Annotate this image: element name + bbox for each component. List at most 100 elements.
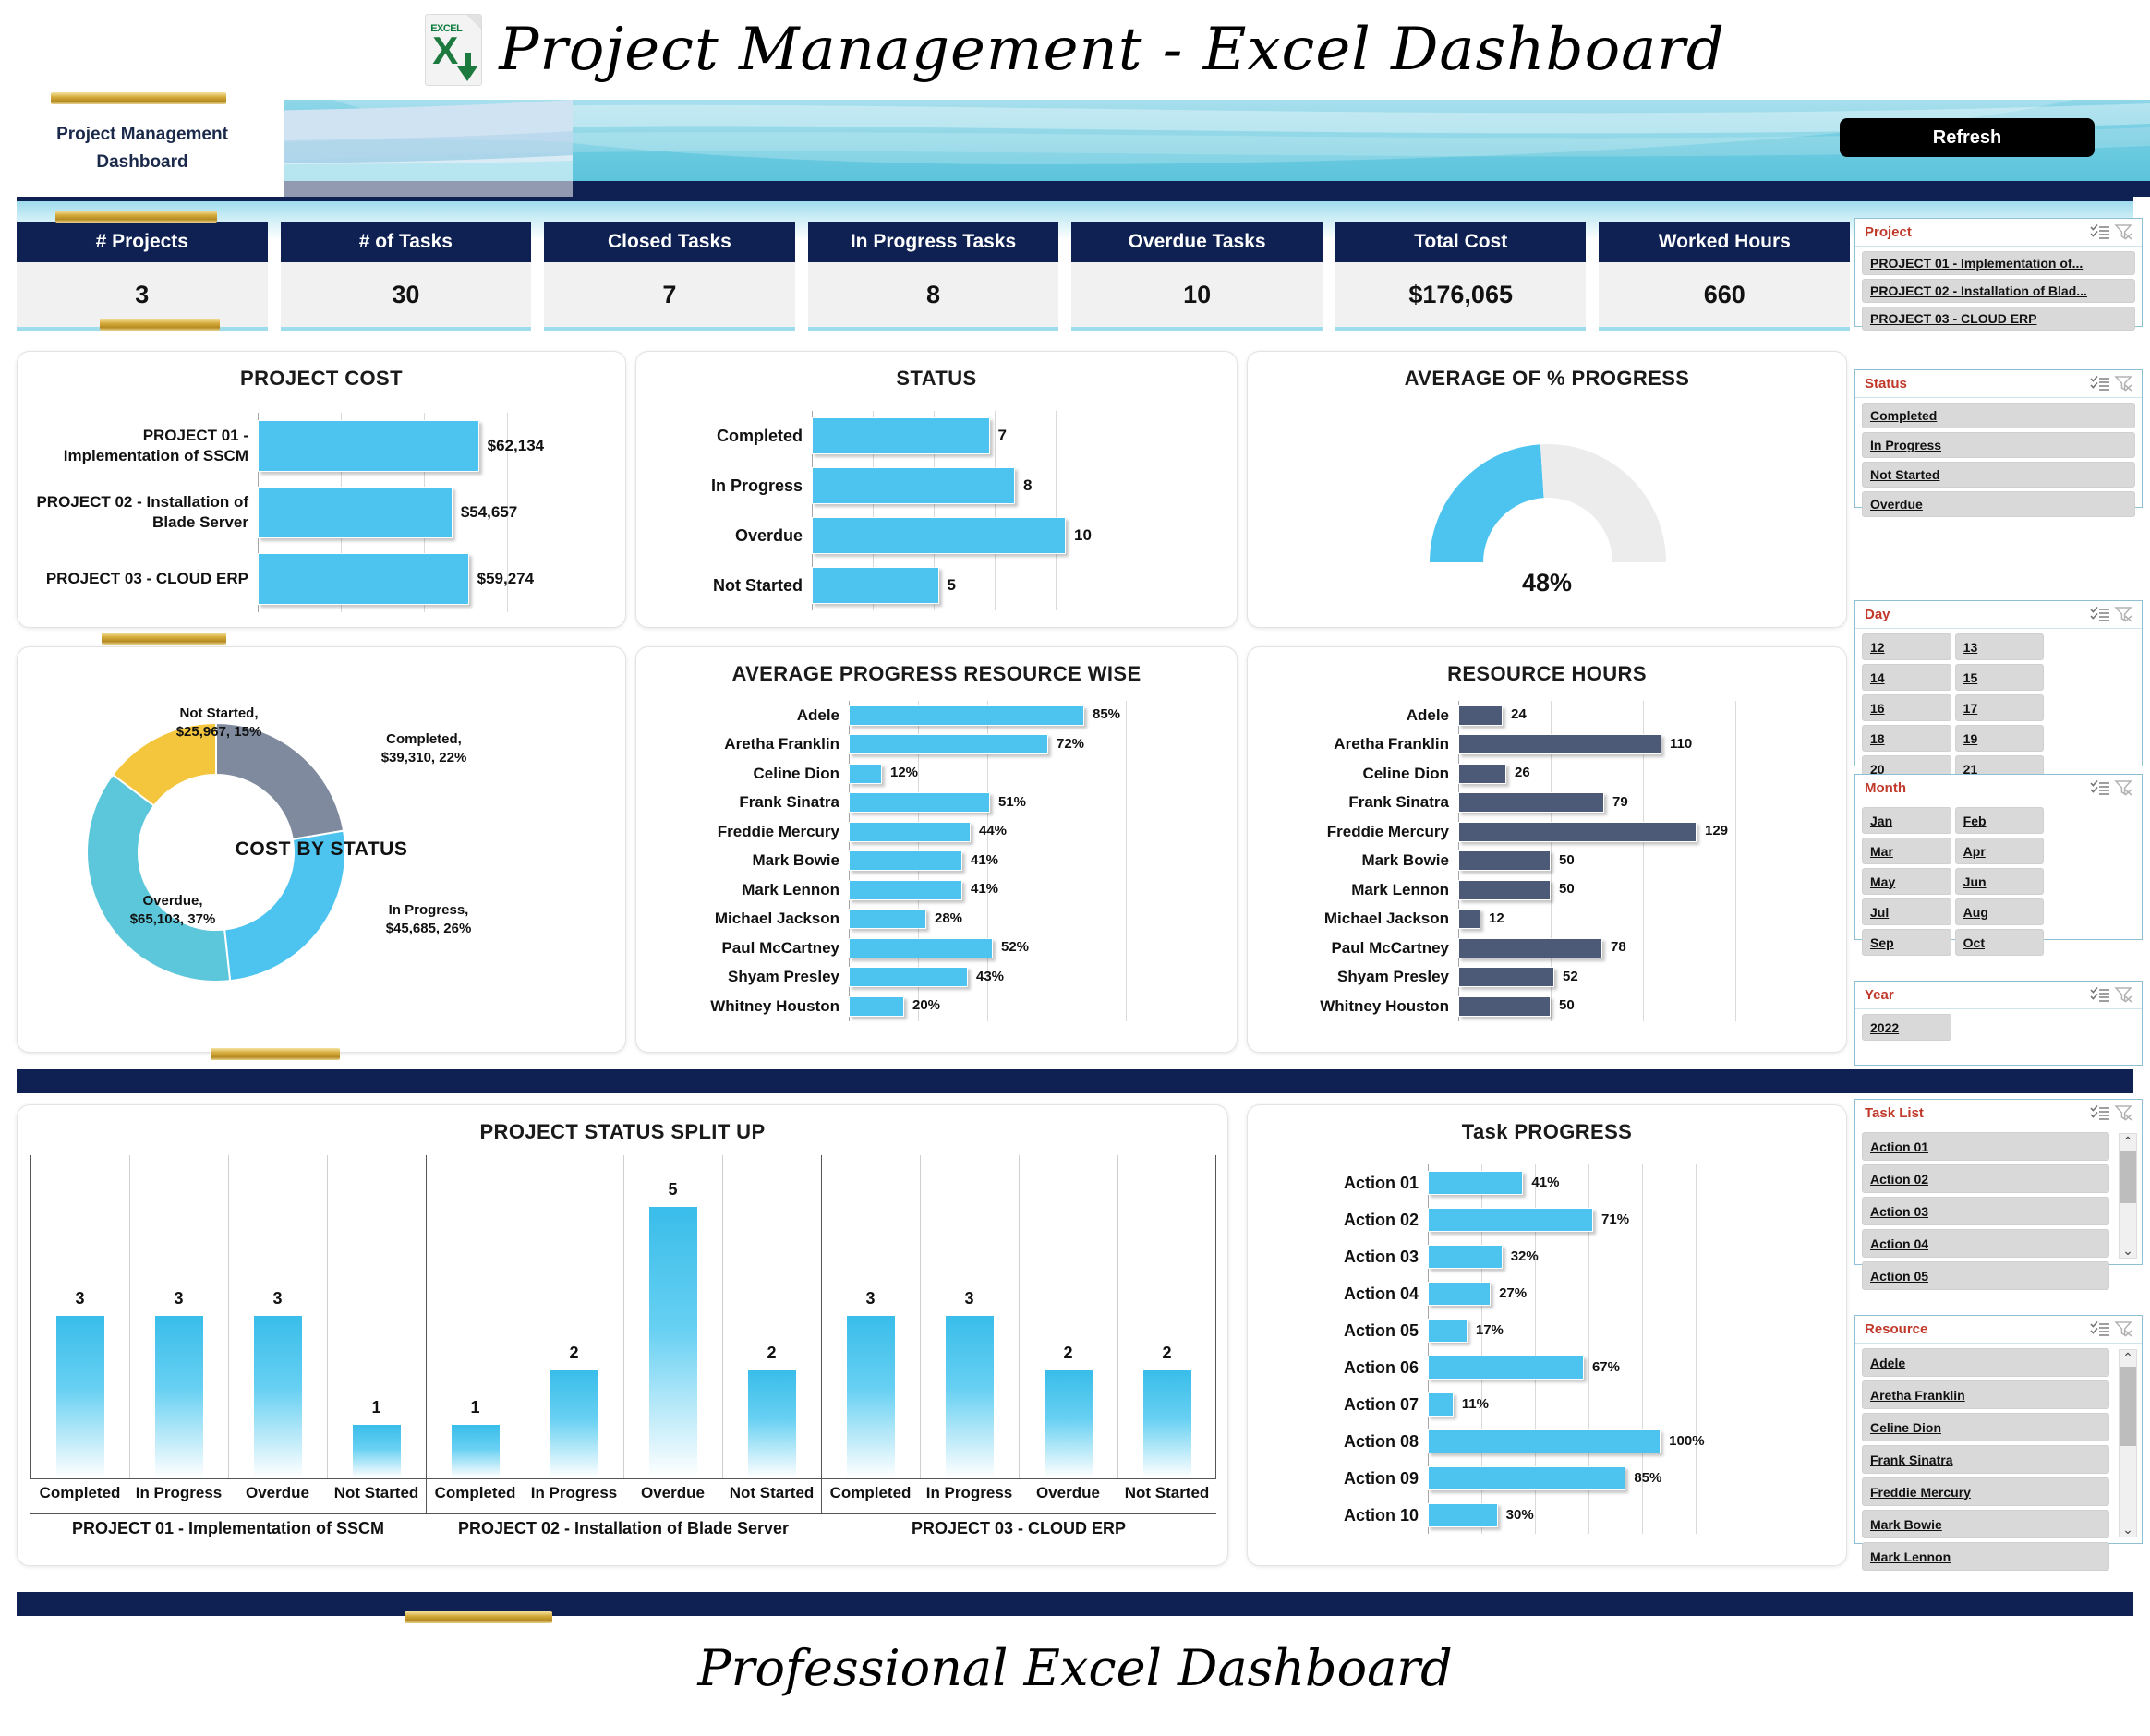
chart-bar-row: Aretha Franklin 110	[1257, 730, 1831, 760]
kpi-label: Overdue Tasks	[1071, 222, 1323, 262]
clear-filter-icon[interactable]	[2114, 779, 2134, 798]
slicer-item[interactable]: Action 04	[1862, 1229, 2109, 1258]
scroll-up-icon[interactable]: ⌃	[2121, 1134, 2134, 1149]
banner: Project Management Dashboard Refresh	[0, 100, 2150, 197]
slicer-item[interactable]: Adele	[1862, 1348, 2109, 1377]
slicer-item[interactable]: Jan	[1862, 807, 1951, 834]
slicer-item[interactable]: Apr	[1954, 838, 2045, 864]
scroll-up-icon[interactable]: ⌃	[2121, 1350, 2134, 1365]
scroll-down-icon[interactable]: ⌄	[2121, 1243, 2134, 1258]
chart-bar	[1428, 1208, 1594, 1232]
chart-category-label: Frank Sinatra	[1348, 793, 1449, 812]
slicer-item[interactable]: Oct	[1954, 929, 2045, 956]
chart-value-label: 32%	[1510, 1248, 1539, 1264]
slicer-item[interactable]: Mar	[1862, 838, 1951, 864]
multi-select-icon[interactable]	[2090, 1320, 2110, 1339]
clear-filter-icon[interactable]	[2114, 375, 2134, 393]
slicer-item[interactable]: Frank Sinatra	[1862, 1445, 2109, 1474]
chart-value-label: 50	[1559, 851, 1575, 868]
slicer-item[interactable]: PROJECT 03 - CLOUD ERP	[1862, 307, 2135, 331]
chart-category-label: Not Started	[333, 1484, 419, 1501]
slicer-scrollbar[interactable]: ⌃ ⌄	[2119, 1349, 2137, 1537]
chart-bar-row: Frank Sinatra 79	[1257, 789, 1831, 818]
slicer-item[interactable]: Action 02	[1862, 1164, 2109, 1193]
scrollbar-thumb[interactable]	[2120, 1367, 2136, 1446]
chart-category-label: Mark Lennon	[1351, 880, 1449, 898]
slicer-item[interactable]: Action 01	[1862, 1132, 2109, 1161]
slicer-item[interactable]: 17	[1954, 694, 2045, 721]
slicer-item[interactable]: Mark Bowie	[1862, 1510, 2109, 1538]
slicer-item[interactable]: Aug	[1954, 898, 2045, 925]
slicer-item[interactable]: 14	[1862, 664, 1951, 691]
multi-select-icon[interactable]	[2090, 986, 2110, 1005]
slicer-item[interactable]: Freddie Mercury	[1862, 1477, 2109, 1506]
kpi-value: $176,065	[1335, 262, 1587, 331]
slicer-item[interactable]: 2022	[1862, 1014, 1951, 1041]
multi-select-icon[interactable]	[2090, 606, 2110, 624]
chart-value-label: 71%	[1601, 1211, 1630, 1227]
clear-filter-icon[interactable]	[2114, 1320, 2134, 1339]
slicer-item[interactable]: Celine Dion	[1862, 1413, 2109, 1441]
clear-filter-icon[interactable]	[2114, 1104, 2134, 1123]
slicer-scrollbar[interactable]: ⌃ ⌄	[2119, 1133, 2137, 1259]
chart-bar-row: Action 10 30%	[1257, 1497, 1831, 1534]
chart-category-label: Not Started	[1124, 1484, 1210, 1501]
chart-bar-row: PROJECT 01 - Implementation of SSCM $62,1…	[27, 413, 610, 479]
slicer-item[interactable]: 19	[1954, 725, 2045, 752]
chart-gridline	[722, 1155, 723, 1478]
refresh-button[interactable]: Refresh	[1840, 118, 2095, 157]
slicer-item[interactable]: 16	[1862, 694, 1951, 721]
multi-select-icon[interactable]	[2090, 223, 2110, 242]
multi-select-icon[interactable]	[2090, 779, 2110, 798]
slicer-item[interactable]: Action 05	[1862, 1261, 2109, 1290]
scrollbar-thumb[interactable]	[2120, 1151, 2136, 1204]
slicer-item[interactable]: Mark Lennon	[1862, 1542, 2109, 1571]
slicer-item[interactable]: Jun	[1954, 868, 2045, 895]
slicer-title: Project	[1865, 224, 1912, 240]
slicer-item[interactable]: Feb	[1954, 807, 2045, 834]
kpi-card-in-progress-tasks: In Progress Tasks 8	[807, 222, 1059, 331]
scroll-down-icon[interactable]: ⌄	[2121, 1522, 2134, 1537]
chart-bar-row: Freddie Mercury 44%	[646, 817, 1222, 847]
slicer-item[interactable]: 12	[1862, 633, 1951, 660]
chart-value-label: 2	[767, 1344, 777, 1363]
clear-filter-icon[interactable]	[2114, 986, 2134, 1005]
chart-value-label: 12%	[890, 765, 919, 781]
slicer-item[interactable]: Aretha Franklin	[1862, 1380, 2109, 1409]
multi-select-icon[interactable]	[2090, 1104, 2110, 1123]
donut-slice	[86, 773, 232, 983]
slicer-item[interactable]: Sep	[1862, 929, 1951, 956]
chart-bar-row: In Progress 8	[646, 461, 1222, 511]
slicer-item[interactable]: In Progress	[1862, 432, 2135, 458]
chart-value-label: 7	[997, 426, 1007, 444]
chart-bar-row: Whitney Houston 50	[1257, 992, 1831, 1021]
slicer-header: Resource	[1855, 1316, 2142, 1344]
slicer-item[interactable]: 18	[1862, 725, 1951, 752]
slicer-item[interactable]: May	[1862, 868, 1951, 895]
kpi-value: 660	[1599, 262, 1851, 331]
slicer-item[interactable]: 15	[1954, 664, 2045, 691]
chart-value-label: 24	[1511, 706, 1527, 723]
chart-category-label: Adele	[796, 705, 839, 724]
chart-value-label: 43%	[976, 968, 1005, 984]
slicer-item[interactable]: Overdue	[1862, 491, 2135, 517]
slicer-item[interactable]: Completed	[1862, 403, 2135, 428]
chart-bar	[849, 705, 1084, 726]
chart-bar-row: PROJECT 02 - Installation of Blade Serve…	[27, 479, 610, 546]
kpi-label: Total Cost	[1335, 222, 1587, 262]
slicer-item[interactable]: Not Started	[1862, 462, 2135, 488]
multi-select-icon[interactable]	[2090, 375, 2110, 393]
slicer-item[interactable]: Action 03	[1862, 1197, 2109, 1225]
chart-bar	[549, 1369, 599, 1478]
slicer-item[interactable]: PROJECT 01 - Implementation of...	[1862, 251, 2135, 275]
slicer-item[interactable]: PROJECT 02 - Installation of Blad...	[1862, 279, 2135, 303]
slicer-item[interactable]: Jul	[1862, 898, 1951, 925]
chart-value-label: 50	[1559, 997, 1575, 1014]
clear-filter-icon[interactable]	[2114, 606, 2134, 624]
slicer-title: Year	[1865, 987, 1894, 1003]
chart-category-label: Paul McCartney	[721, 938, 839, 957]
chart-category-label: Action 09	[1343, 1469, 1419, 1488]
slicer-title: Resource	[1865, 1321, 1928, 1337]
clear-filter-icon[interactable]	[2114, 223, 2134, 242]
slicer-item[interactable]: 13	[1954, 633, 2045, 660]
